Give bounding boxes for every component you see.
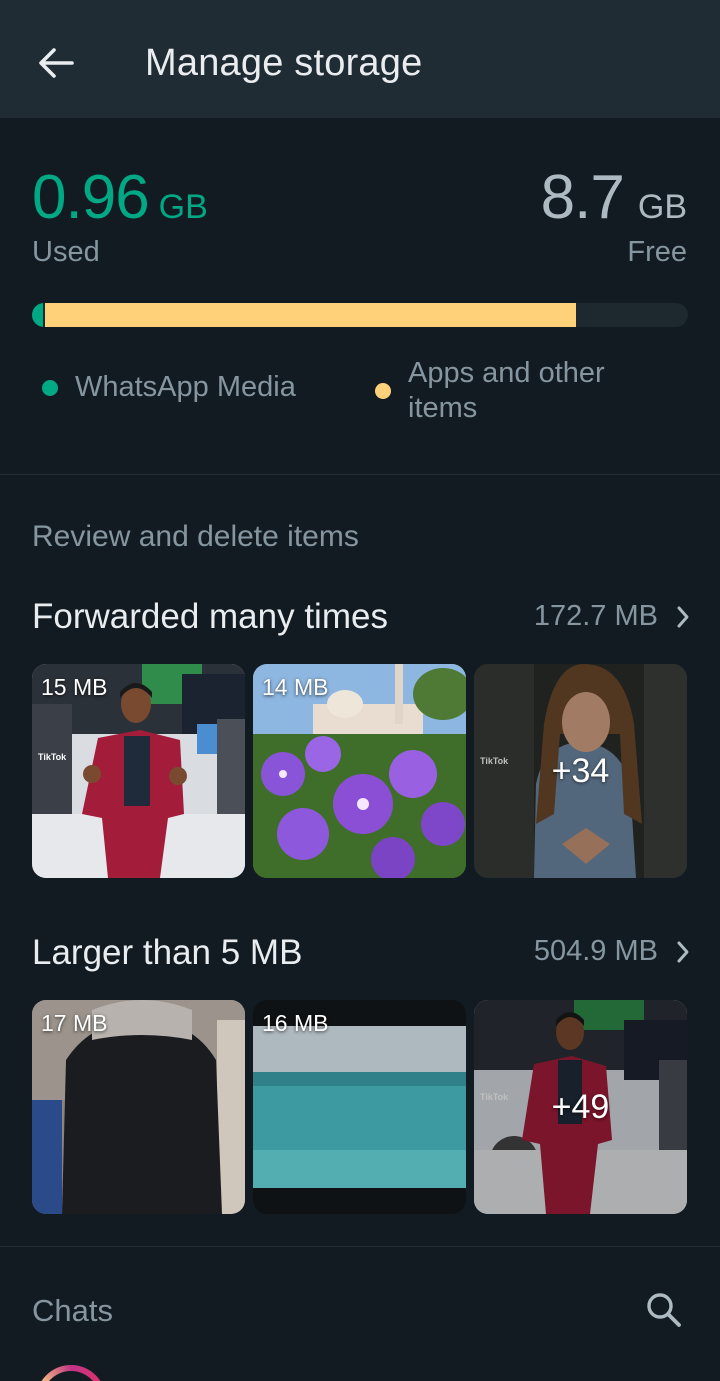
media-thumbnail[interactable]: 14 MB: [253, 664, 466, 878]
group-size-label: 504.9 MB: [533, 935, 658, 967]
group-title-forwarded[interactable]: Forwarded many times: [32, 597, 388, 637]
media-thumbnail[interactable]: 17 MB: [32, 1000, 245, 1214]
review-section-label: Review and delete items: [32, 520, 359, 553]
used-number: 0.96: [32, 163, 150, 232]
forwarded-thumbnails: TikTok 15 MB 14 MB TikTok +34: [32, 664, 688, 878]
back-button[interactable]: [30, 40, 82, 86]
media-thumbnail-more[interactable]: TikTok +34: [474, 664, 687, 878]
storage-bar-apps-segment: [45, 303, 576, 327]
group-title-larger[interactable]: Larger than 5 MB: [32, 933, 302, 973]
legend-apps-dot: [375, 383, 391, 399]
arrow-left-icon: [39, 48, 74, 78]
media-thumbnail-more[interactable]: TikTok +49: [474, 1000, 687, 1214]
thumbnail-size-label: 17 MB: [41, 1010, 108, 1036]
more-items-count: +34: [474, 664, 687, 878]
free-storage-value: 8.7 GB: [541, 162, 687, 233]
more-items-count: +49: [474, 1000, 687, 1214]
media-thumbnail[interactable]: TikTok 15 MB: [32, 664, 245, 878]
legend-media-label: WhatsApp Media: [75, 371, 296, 403]
manage-storage-screen: Manage storage 0.96 GB Used 8.7 GB Free Wh…: [0, 0, 720, 1381]
search-button[interactable]: [644, 1290, 684, 1330]
legend-media-dot: [42, 379, 58, 396]
storage-usage-bar: [32, 303, 688, 327]
legend-apps-label: Apps and other items: [408, 357, 605, 424]
storage-summary: 0.96 GB Used 8.7 GB Free WhatsApp Media Ap…: [0, 118, 720, 474]
chats-section-label: Chats: [32, 1293, 113, 1328]
chat-avatar[interactable]: [36, 1365, 106, 1381]
free-number: 8.7: [540, 163, 625, 232]
larger-thumbnails: 17 MB 16 MB TikTok +49: [32, 1000, 688, 1214]
section-divider: [0, 1246, 720, 1247]
top-app-bar: Manage storage: [0, 0, 720, 118]
thumbnail-size-label: 15 MB: [41, 674, 108, 700]
storage-bar-media-segment: [32, 303, 43, 327]
thumbnail-size-label: 14 MB: [262, 674, 329, 700]
free-label: Free: [627, 236, 687, 268]
legend-apps-other: Apps and other items: [375, 356, 648, 426]
page-title: Manage storage: [145, 42, 423, 84]
media-thumbnail[interactable]: 16 MB: [253, 1000, 466, 1214]
group-size-label: 172.7 MB: [533, 600, 658, 632]
chevron-right-icon: [676, 940, 690, 964]
group-size-forwarded[interactable]: 172.7 MB: [534, 600, 690, 633]
section-divider: [0, 474, 720, 475]
search-icon: [647, 1293, 681, 1327]
thumbnail-size-label: 16 MB: [262, 1010, 329, 1036]
chevron-right-icon: [676, 605, 690, 629]
used-storage-value: 0.96 GB: [32, 162, 208, 233]
tiktok-watermark: TikTok: [38, 752, 67, 762]
used-unit: GB: [158, 188, 208, 226]
used-label: Used: [32, 236, 100, 268]
free-unit: GB: [637, 188, 687, 226]
group-size-larger[interactable]: 504.9 MB: [534, 935, 690, 968]
legend-whatsapp-media: WhatsApp Media: [42, 370, 296, 405]
